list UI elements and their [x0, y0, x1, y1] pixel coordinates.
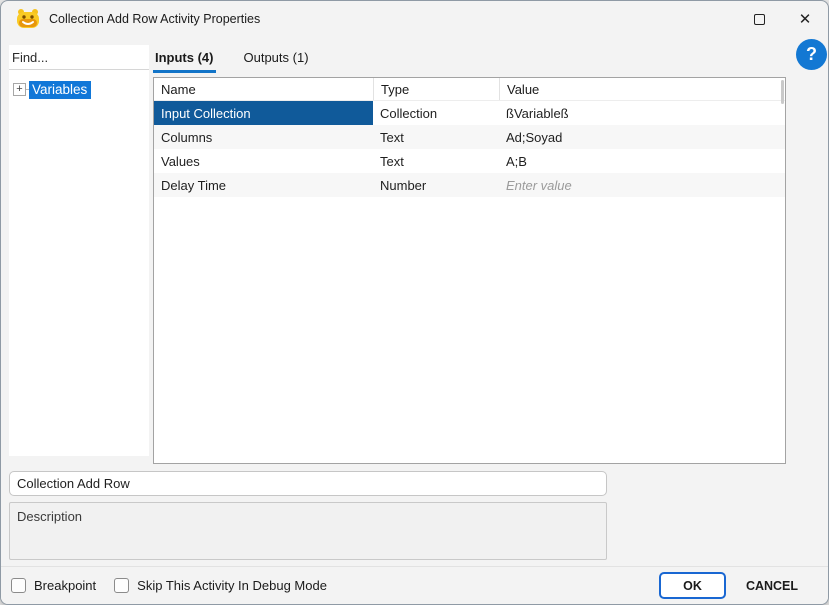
title-bar: Collection Add Row Activity Properties ✕	[1, 1, 828, 37]
help-icon: ?	[806, 44, 817, 64]
expand-icon[interactable]: +	[13, 83, 26, 96]
breakpoint-checkbox-group[interactable]: Breakpoint	[11, 578, 96, 593]
description-placeholder: Description	[17, 509, 83, 524]
cell-name[interactable]: Values	[154, 149, 373, 173]
tab-inputs[interactable]: Inputs (4)	[153, 46, 216, 73]
activity-properties-dialog: Collection Add Row Activity Properties ✕…	[0, 0, 829, 605]
scrollbar-thumb[interactable]	[781, 80, 784, 104]
variables-tree: + Variables	[9, 70, 149, 99]
cell-type[interactable]: Collection	[373, 101, 499, 125]
close-button[interactable]: ✕	[782, 2, 828, 36]
cell-value[interactable]: ßVariableß	[499, 101, 785, 125]
cell-value-placeholder[interactable]: Enter value	[499, 173, 785, 197]
cell-value[interactable]: Ad;Soyad	[499, 125, 785, 149]
cell-value[interactable]: A;B	[499, 149, 785, 173]
cell-type[interactable]: Text	[373, 149, 499, 173]
ok-button[interactable]: OK	[659, 572, 726, 599]
table-row[interactable]: Values Text A;B	[154, 149, 785, 173]
table-row[interactable]: Delay Time Number Enter value	[154, 173, 785, 197]
footer-bar: Breakpoint Skip This Activity In Debug M…	[1, 566, 828, 604]
window-title: Collection Add Row Activity Properties	[49, 12, 261, 26]
close-icon: ✕	[798, 10, 812, 28]
skip-debug-checkbox[interactable]	[114, 578, 130, 593]
cell-type[interactable]: Number	[373, 173, 499, 197]
find-input[interactable]: Find...	[9, 45, 149, 70]
activity-name-input[interactable]: Collection Add Row	[9, 471, 607, 496]
header-name[interactable]: Name	[154, 78, 373, 100]
cell-type[interactable]: Text	[373, 125, 499, 149]
variables-sidebar: Find... + Variables	[9, 45, 149, 456]
cancel-button[interactable]: CANCEL	[726, 572, 818, 599]
table-header: Name Type Value	[154, 78, 785, 101]
cell-name[interactable]: Input Collection	[154, 101, 373, 125]
table-row[interactable]: Input Collection Collection ßVariableß	[154, 101, 785, 125]
breakpoint-label: Breakpoint	[34, 578, 97, 593]
tree-item-variables[interactable]: + Variables	[9, 80, 149, 99]
inputs-table: Name Type Value Input Collection Collect…	[153, 77, 786, 464]
tab-bar: Inputs (4) Outputs (1)	[153, 45, 311, 73]
maximize-icon	[753, 13, 765, 25]
skip-debug-label: Skip This Activity In Debug Mode	[137, 578, 327, 593]
maximize-button[interactable]	[736, 2, 782, 36]
cell-name[interactable]: Delay Time	[154, 173, 373, 197]
robot-icon	[17, 9, 39, 28]
header-value[interactable]: Value	[499, 78, 785, 100]
find-placeholder: Find...	[12, 49, 49, 65]
header-type[interactable]: Type	[373, 78, 499, 100]
activity-name-value: Collection Add Row	[17, 476, 130, 491]
help-button[interactable]: ?	[796, 39, 827, 70]
skip-debug-checkbox-group[interactable]: Skip This Activity In Debug Mode	[114, 578, 327, 593]
table-row[interactable]: Columns Text Ad;Soyad	[154, 125, 785, 149]
tree-item-label: Variables	[29, 80, 92, 99]
description-textarea[interactable]: Description	[9, 502, 607, 560]
tab-outputs[interactable]: Outputs (1)	[242, 46, 311, 73]
breakpoint-checkbox[interactable]	[11, 578, 26, 593]
cell-name[interactable]: Columns	[154, 125, 373, 149]
